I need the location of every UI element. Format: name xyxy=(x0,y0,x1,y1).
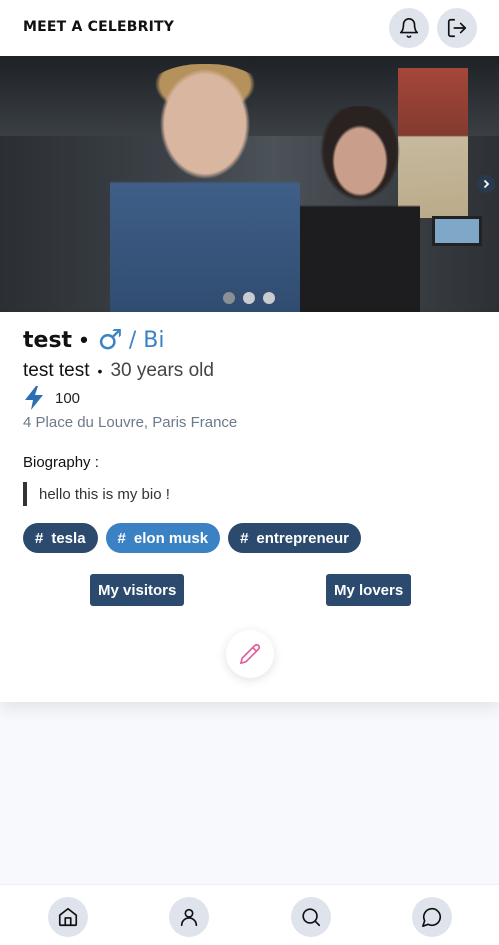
chat-icon xyxy=(422,907,442,927)
edit-profile-button[interactable] xyxy=(226,630,274,678)
nav-chat-button[interactable] xyxy=(412,897,452,937)
photo-person-main xyxy=(110,64,300,312)
carousel-dot[interactable] xyxy=(263,292,275,304)
lightning-icon xyxy=(25,386,43,410)
sexual-orientation: / Bi xyxy=(128,327,165,353)
photo-person-secondary xyxy=(300,106,420,312)
biography-text: hello this is my bio ! xyxy=(23,482,170,506)
my-lovers-button[interactable]: My lovers xyxy=(326,574,412,606)
name-row: test • ♂ / Bi xyxy=(23,324,165,356)
notifications-button[interactable] xyxy=(389,8,429,48)
nav-search-button[interactable] xyxy=(291,897,331,937)
nav-home-button[interactable] xyxy=(48,897,88,937)
interest-tags: # tesla # elon musk # entrepreneur xyxy=(23,523,361,553)
tag-chip[interactable]: # elon musk xyxy=(105,523,221,553)
male-icon: ♂ xyxy=(97,323,123,356)
biography-label: Biography : xyxy=(23,454,99,471)
carousel-dot[interactable] xyxy=(223,292,235,304)
hash-icon: # xyxy=(240,529,249,547)
tag-label: entrepreneur xyxy=(256,529,349,547)
chevron-right-icon xyxy=(483,179,490,189)
pencil-icon xyxy=(240,643,261,664)
fullname-row: test test • 30 years old xyxy=(23,360,214,382)
hash-icon: # xyxy=(117,529,126,547)
separator-dot: • xyxy=(80,327,88,352)
app-title: MEET A CELEBRITY xyxy=(23,19,175,35)
logout-button[interactable] xyxy=(437,8,477,48)
popularity-score: 100 xyxy=(55,389,81,407)
user-icon xyxy=(180,908,198,927)
profile-card: test • ♂ / Bi test test • 30 years old 1… xyxy=(0,312,499,702)
tag-label: elon musk xyxy=(133,529,209,547)
hash-icon: # xyxy=(35,529,44,547)
home-icon xyxy=(58,907,78,927)
location: 4 Place du Louvre, Paris France xyxy=(23,414,238,431)
bell-icon xyxy=(399,18,419,38)
carousel-dots xyxy=(223,292,275,304)
score-row: 100 xyxy=(23,386,80,410)
my-visitors-button[interactable]: My visitors xyxy=(90,574,185,606)
carousel-next-button[interactable] xyxy=(477,175,495,193)
username: test xyxy=(23,327,73,353)
carousel-dot-active[interactable] xyxy=(243,292,255,304)
photo-monitor xyxy=(432,216,482,246)
bottom-navigation xyxy=(0,884,499,945)
tag-label: tesla xyxy=(51,529,86,547)
full-name: test test xyxy=(23,360,90,381)
bio-content: hello this is my bio ! xyxy=(39,485,170,503)
search-icon xyxy=(302,908,321,927)
tag-chip[interactable]: # entrepreneur xyxy=(228,523,361,553)
logout-icon xyxy=(447,18,467,38)
top-bar: MEET A CELEBRITY xyxy=(0,0,499,56)
separator-dot: • xyxy=(97,363,103,379)
profile-photo[interactable] xyxy=(0,56,499,312)
tag-chip[interactable]: # tesla xyxy=(23,523,98,553)
nav-profile-button[interactable] xyxy=(169,897,209,937)
age: 30 years old xyxy=(110,360,214,381)
